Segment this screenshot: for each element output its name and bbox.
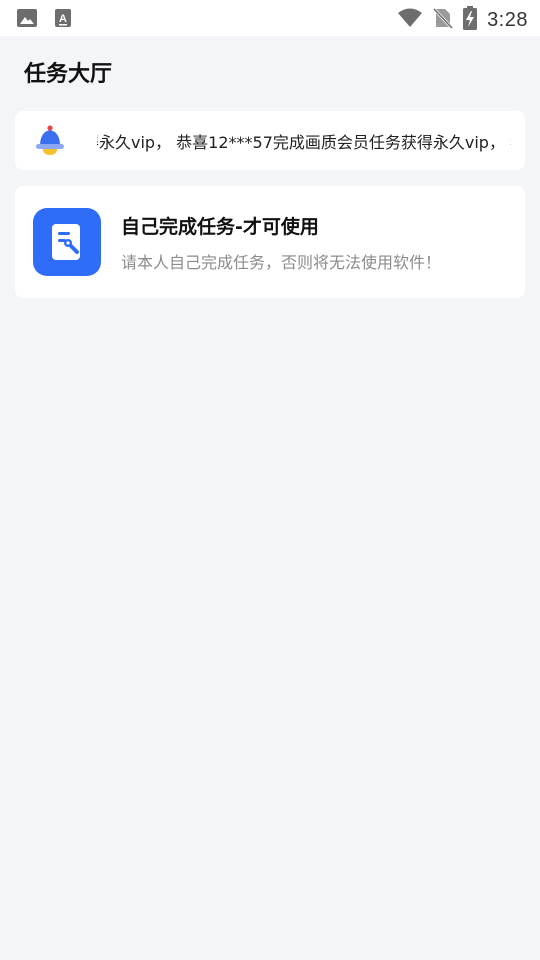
task-card[interactable]: 自己完成任务-才可使用 请本人自己完成任务，否则将无法使用软件！ <box>15 186 525 298</box>
marquee-window: 得永久vip， 恭喜12***57完成画质会员任务获得永久vip， 恭 <box>97 111 511 170</box>
marquee-text: 得永久vip， 恭喜12***57完成画质会员任务获得永久vip， 恭 <box>97 132 511 152</box>
bell-icon <box>33 123 67 157</box>
document-wrench-icon <box>33 208 101 276</box>
svg-text:A: A <box>59 13 67 25</box>
marquee-card: 得永久vip， 恭喜12***57完成画质会员任务获得永久vip， 恭 <box>15 111 525 170</box>
page-title: 任务大厅 <box>24 62 113 87</box>
task-title: 自己完成任务-才可使用 <box>121 216 319 238</box>
image-icon <box>16 8 38 32</box>
status-bar: A 3:28 <box>0 0 540 36</box>
no-sim-icon <box>432 7 454 33</box>
battery-charging-icon <box>463 6 478 34</box>
status-left-icons: A <box>16 8 72 32</box>
text-a-icon: A <box>54 8 72 32</box>
wifi-icon <box>397 7 423 33</box>
task-description: 请本人自己完成任务，否则将无法使用软件！ <box>121 253 442 272</box>
status-right-icons: 3:28 <box>397 6 528 34</box>
status-time: 3:28 <box>487 8 528 31</box>
